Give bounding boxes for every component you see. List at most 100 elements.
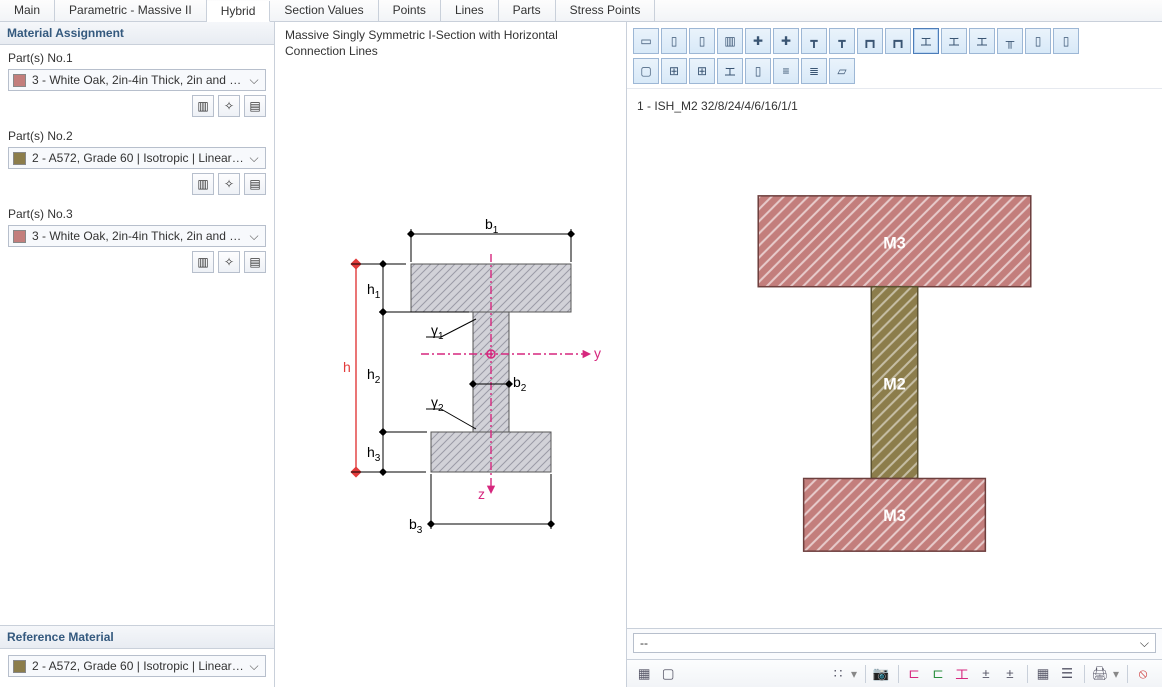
shape-btn-2[interactable]: ▯ bbox=[661, 28, 687, 54]
part-3-label: Part(s) No.3 bbox=[8, 207, 266, 221]
y-axis-label: y bbox=[594, 345, 601, 361]
tab-points[interactable]: Points bbox=[379, 0, 441, 21]
flange-bottom-label: M3 bbox=[883, 507, 905, 525]
shape-btn-18[interactable]: ⊞ bbox=[661, 58, 687, 84]
material-swatch-icon bbox=[13, 230, 26, 243]
shape-btn-22[interactable]: ≡ bbox=[773, 58, 799, 84]
shape-btn-5[interactable]: ✚ bbox=[745, 28, 771, 54]
shape-btn-9[interactable]: ┏┓ bbox=[857, 28, 883, 54]
part-1-material-dropdown[interactable]: 3 - White Oak, 2in-4in Thick, 2in and W.… bbox=[8, 69, 266, 91]
shape-btn-10[interactable]: ┏┓ bbox=[885, 28, 911, 54]
tool-btn-c[interactable]: ⊏ bbox=[903, 663, 925, 685]
left-column: Material Assignment Part(s) No.1 3 - Whi… bbox=[0, 22, 275, 687]
tab-section-values[interactable]: Section Values bbox=[270, 0, 378, 21]
svg-text:b2: b2 bbox=[513, 374, 527, 394]
part-3: Part(s) No.3 3 - White Oak, 2in-4in Thic… bbox=[8, 207, 266, 273]
edit-material-button[interactable]: ▤ bbox=[244, 95, 266, 117]
material-swatch-icon bbox=[13, 152, 26, 165]
print-button[interactable]: 🖨 bbox=[1089, 663, 1111, 685]
reference-material-dropdown[interactable]: 2 - A572, Grade 60 | Isotropic | Linear … bbox=[8, 655, 266, 677]
reference-material-panel: Reference Material 2 - A572, Grade 60 | … bbox=[0, 625, 274, 687]
right-column: ▭ ▯ ▯ ▥ ✚ ✚ ┳ ┳ ┏┓ ┏┓ エ エ エ ╥ ▯ ▯ ▢ ⊞ ⊞ … bbox=[627, 22, 1162, 687]
shape-btn-16[interactable]: ▯ bbox=[1053, 28, 1079, 54]
tool-btn-reset[interactable]: ⦸ bbox=[1132, 663, 1154, 685]
tool-btn-cam[interactable]: 📷 bbox=[870, 663, 892, 685]
tab-main[interactable]: Main bbox=[0, 0, 55, 21]
new-material-button[interactable]: ✧ bbox=[218, 173, 240, 195]
main-tabs: Main Parametric - Massive II Hybrid Sect… bbox=[0, 0, 1162, 22]
material-assignment-panel: Part(s) No.1 3 - White Oak, 2in-4in Thic… bbox=[0, 45, 274, 625]
tool-btn-b[interactable]: ▢ bbox=[657, 663, 679, 685]
edit-material-button[interactable]: ▤ bbox=[244, 251, 266, 273]
part-1-label: Part(s) No.1 bbox=[8, 51, 266, 65]
new-material-button[interactable]: ✧ bbox=[218, 95, 240, 117]
shape-btn-14[interactable]: ╥ bbox=[997, 28, 1023, 54]
svg-text:γ1: γ1 bbox=[431, 322, 444, 342]
part-3-material-dropdown[interactable]: 3 - White Oak, 2in-4in Thick, 2in and W.… bbox=[8, 225, 266, 247]
h-label: h bbox=[343, 359, 351, 375]
right-footer-toolbar: ▦ ▢ ∷ ▾ 📷 ⊏ ⊏ 工 ± ± ▦ ☰ 🖨 ▾ ⦸ bbox=[627, 659, 1162, 687]
tool-btn-points[interactable]: ∷ bbox=[827, 663, 849, 685]
tab-stress-points[interactable]: Stress Points bbox=[556, 0, 656, 21]
shape-btn-17[interactable]: ▢ bbox=[633, 58, 659, 84]
shape-btn-8[interactable]: ┳ bbox=[829, 28, 855, 54]
shape-btn-4[interactable]: ▥ bbox=[717, 28, 743, 54]
shape-btn-6[interactable]: ✚ bbox=[773, 28, 799, 54]
svg-text:h2: h2 bbox=[367, 366, 381, 386]
tab-parametric[interactable]: Parametric - Massive II bbox=[55, 0, 207, 21]
chevron-down-icon: ⌵ bbox=[247, 73, 261, 88]
shape-selection-toolbar: ▭ ▯ ▯ ▥ ✚ ✚ ┳ ┳ ┏┓ ┏┓ エ エ エ ╥ ▯ ▯ ▢ ⊞ ⊞ … bbox=[627, 22, 1162, 89]
material-assignment-header: Material Assignment bbox=[0, 22, 274, 45]
section-render-canvas[interactable]: M3 M2 M3 bbox=[627, 117, 1162, 628]
material-library-button[interactable]: ▥ bbox=[192, 251, 214, 273]
tool-btn-list[interactable]: ☰ bbox=[1056, 663, 1078, 685]
tool-btn-d[interactable]: ⊏ bbox=[927, 663, 949, 685]
tool-btn-f[interactable]: ± bbox=[975, 663, 997, 685]
shape-btn-20[interactable]: エ bbox=[717, 58, 743, 84]
shape-btn-12[interactable]: エ bbox=[941, 28, 967, 54]
render-mode-dropdown[interactable]: -- ⌵ bbox=[633, 633, 1156, 653]
shape-btn-13[interactable]: エ bbox=[969, 28, 995, 54]
tool-btn-grid[interactable]: ▦ bbox=[1032, 663, 1054, 685]
svg-text:h3: h3 bbox=[367, 444, 381, 464]
part-2-material-dropdown[interactable]: 2 - A572, Grade 60 | Isotropic | Linear … bbox=[8, 147, 266, 169]
shape-btn-3[interactable]: ▯ bbox=[689, 28, 715, 54]
material-library-button[interactable]: ▥ bbox=[192, 95, 214, 117]
tool-btn-e[interactable]: 工 bbox=[951, 663, 973, 685]
material-library-button[interactable]: ▥ bbox=[192, 173, 214, 195]
material-swatch-icon bbox=[13, 660, 26, 673]
shape-btn-7[interactable]: ┳ bbox=[801, 28, 827, 54]
tool-btn-a[interactable]: ▦ bbox=[633, 663, 655, 685]
part-2: Part(s) No.2 2 - A572, Grade 60 | Isotro… bbox=[8, 129, 266, 195]
chevron-down-icon: ⌵ bbox=[1140, 636, 1149, 651]
svg-text:h1: h1 bbox=[367, 281, 381, 301]
new-material-button[interactable]: ✧ bbox=[218, 251, 240, 273]
shape-btn-15[interactable]: ▯ bbox=[1025, 28, 1051, 54]
tab-parts[interactable]: Parts bbox=[499, 0, 556, 21]
chevron-down-icon: ⌵ bbox=[247, 659, 261, 674]
section-dimension-diagram: y z b1 b2 b3 h bbox=[301, 194, 601, 554]
part-2-material-text: 2 - A572, Grade 60 | Isotropic | Linear … bbox=[32, 151, 247, 165]
part-1-material-text: 3 - White Oak, 2in-4in Thick, 2in and W.… bbox=[32, 73, 247, 87]
tool-btn-g[interactable]: ± bbox=[999, 663, 1021, 685]
chevron-down-icon: ⌵ bbox=[247, 229, 261, 244]
middle-column: Massive Singly Symmetric I-Section with … bbox=[275, 22, 627, 687]
current-section-name: 1 - ISH_M2 32/8/24/4/6/16/1/1 bbox=[627, 89, 1162, 117]
shape-btn-21[interactable]: ▯ bbox=[745, 58, 771, 84]
tab-hybrid[interactable]: Hybrid bbox=[207, 1, 271, 22]
shape-btn-11-active[interactable]: エ bbox=[913, 28, 939, 54]
chevron-down-icon: ⌵ bbox=[247, 151, 261, 166]
shape-btn-23[interactable]: ≣ bbox=[801, 58, 827, 84]
tab-lines[interactable]: Lines bbox=[441, 0, 499, 21]
shape-btn-24[interactable]: ▱ bbox=[829, 58, 855, 84]
shape-btn-1[interactable]: ▭ bbox=[633, 28, 659, 54]
part-1: Part(s) No.1 3 - White Oak, 2in-4in Thic… bbox=[8, 51, 266, 117]
svg-text:b1: b1 bbox=[485, 216, 499, 236]
shape-btn-19[interactable]: ⊞ bbox=[689, 58, 715, 84]
edit-material-button[interactable]: ▤ bbox=[244, 173, 266, 195]
section-diagram-title: Massive Singly Symmetric I-Section with … bbox=[285, 28, 616, 59]
svg-text:b3: b3 bbox=[409, 516, 423, 536]
right-footer-dropdown-row: -- ⌵ bbox=[627, 628, 1162, 659]
part-3-material-text: 3 - White Oak, 2in-4in Thick, 2in and W.… bbox=[32, 229, 247, 243]
chevron-down-icon: ▾ bbox=[1113, 667, 1119, 681]
